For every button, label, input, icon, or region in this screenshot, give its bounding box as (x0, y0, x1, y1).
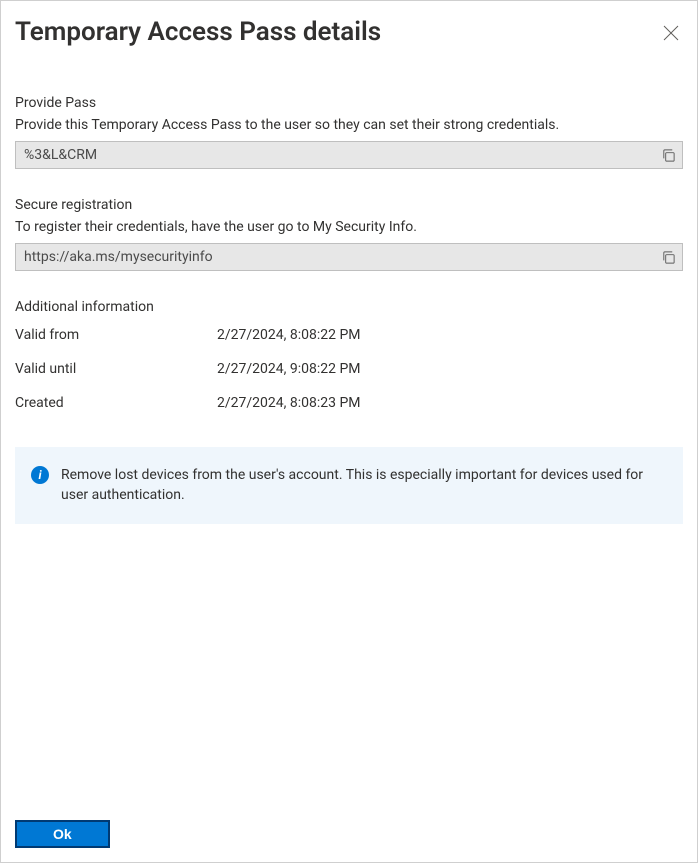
secure-registration-title: Secure registration (15, 197, 683, 213)
additional-info-title: Additional information (15, 299, 683, 315)
created-row: Created 2/27/2024, 8:08:23 PM (15, 395, 683, 411)
info-banner: i Remove lost devices from the user's ac… (15, 447, 683, 524)
created-value: 2/27/2024, 8:08:23 PM (217, 395, 361, 411)
close-button[interactable] (659, 21, 683, 45)
info-banner-text: Remove lost devices from the user's acco… (61, 465, 667, 506)
dialog-content: Provide Pass Provide this Temporary Acce… (15, 51, 683, 810)
valid-from-row: Valid from 2/27/2024, 8:08:22 PM (15, 327, 683, 343)
copy-url-button[interactable] (655, 244, 682, 270)
valid-until-value: 2/27/2024, 9:08:22 PM (217, 361, 361, 377)
pass-value[interactable]: %3&L&CRM (16, 147, 655, 163)
valid-from-label: Valid from (15, 327, 217, 343)
provide-pass-section: Provide Pass Provide this Temporary Acce… (15, 95, 683, 169)
tap-details-dialog: Temporary Access Pass details Provide Pa… (0, 0, 698, 863)
secure-registration-section: Secure registration To register their cr… (15, 197, 683, 271)
provide-pass-desc: Provide this Temporary Access Pass to th… (15, 117, 683, 133)
copy-icon (661, 250, 676, 265)
provide-pass-title: Provide Pass (15, 95, 683, 111)
url-value[interactable]: https://aka.ms/mysecurityinfo (16, 249, 655, 265)
valid-until-row: Valid until 2/27/2024, 9:08:22 PM (15, 361, 683, 377)
dialog-header: Temporary Access Pass details (15, 17, 683, 51)
additional-info-table: Valid from 2/27/2024, 8:08:22 PM Valid u… (15, 327, 683, 411)
additional-info-section: Additional information Valid from 2/27/2… (15, 299, 683, 411)
close-icon (663, 25, 679, 41)
ok-button[interactable]: Ok (15, 820, 110, 848)
dialog-footer: Ok (15, 810, 683, 848)
copy-pass-button[interactable] (655, 142, 682, 168)
created-label: Created (15, 395, 217, 411)
pass-copy-field: %3&L&CRM (15, 141, 683, 169)
dialog-title: Temporary Access Pass details (15, 17, 381, 47)
secure-registration-desc: To register their credentials, have the … (15, 219, 683, 235)
copy-icon (661, 148, 676, 163)
valid-until-label: Valid until (15, 361, 217, 377)
info-icon: i (31, 466, 49, 484)
url-copy-field: https://aka.ms/mysecurityinfo (15, 243, 683, 271)
valid-from-value: 2/27/2024, 8:08:22 PM (217, 327, 361, 343)
